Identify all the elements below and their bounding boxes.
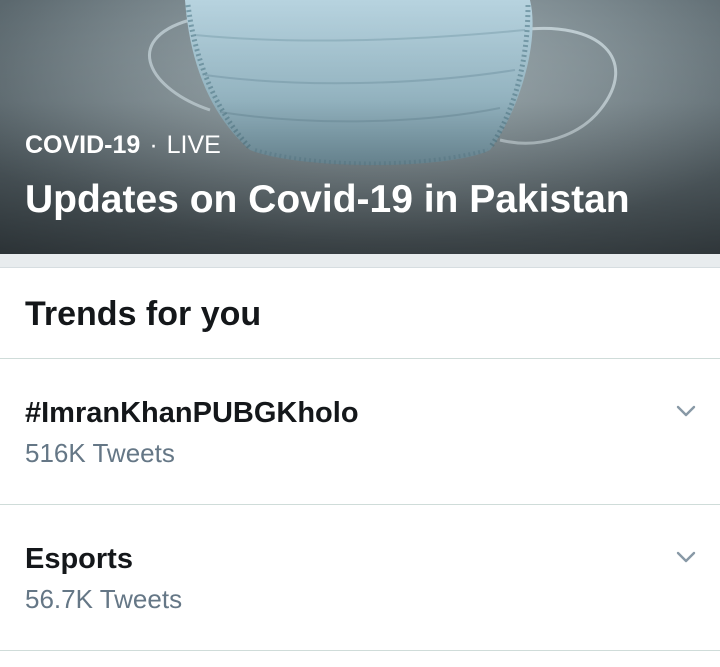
banner-separator: · [149,131,158,159]
trend-item[interactable]: #ImranKhanPUBGKholo 516K Tweets [0,359,720,505]
section-separator [0,254,720,268]
trend-name: #ImranKhanPUBGKholo [25,397,359,429]
banner-category: COVID-19 [25,131,141,159]
chevron-down-icon[interactable] [674,545,698,569]
chevron-down-icon[interactable] [674,399,698,423]
trend-name: Esports [25,543,133,575]
banner-meta: COVID-19 · LIVE [25,130,221,160]
trends-section-header: Trends for you [0,268,720,359]
trend-tweet-count: 56.7K Tweets [25,584,183,614]
trends-section-title: Trends for you [25,295,262,333]
banner-title: Updates on Covid-19 in Pakistan [25,178,630,221]
trend-item[interactable]: Esports 56.7K Tweets [0,505,720,651]
banner-status-live: LIVE [166,131,221,159]
trend-tweet-count: 516K Tweets [25,438,175,468]
explore-page: COVID-19 · LIVE Updates on Covid-19 in Pak… [0,0,720,667]
live-event-banner[interactable]: COVID-19 · LIVE Updates on Covid-19 in Pak… [0,0,720,254]
